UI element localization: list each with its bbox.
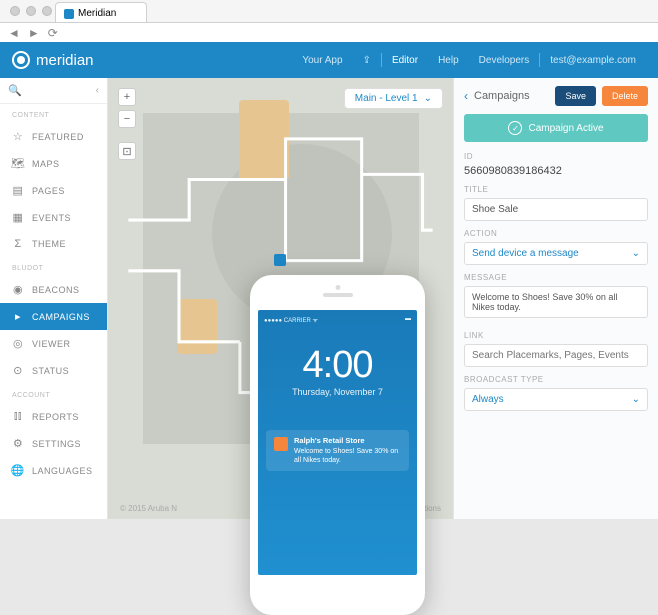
- back-icon[interactable]: ◄: [8, 26, 20, 40]
- favicon-icon: [64, 9, 74, 19]
- section-bludot: BLUDOT: [0, 257, 107, 276]
- nav-developers[interactable]: Developers: [469, 55, 540, 66]
- top-nav: meridian Your App ⇪ Editor Help Develope…: [0, 42, 658, 78]
- save-button[interactable]: Save: [555, 86, 596, 106]
- nav-user[interactable]: test@example.com: [540, 55, 646, 66]
- message-label: MESSAGE: [464, 273, 648, 282]
- calendar-icon: ▦: [12, 211, 24, 224]
- brand[interactable]: meridian: [12, 51, 94, 69]
- sidebar-item-campaigns[interactable]: ▸CAMPAIGNS: [0, 303, 107, 330]
- close-window-icon[interactable]: [10, 6, 20, 16]
- level-selector[interactable]: Main - Level 1 ⌄: [344, 88, 443, 109]
- beacon-marker[interactable]: [274, 254, 286, 266]
- pages-icon: ▤: [12, 184, 24, 197]
- nav-help[interactable]: Help: [428, 55, 469, 66]
- zoom-in-button[interactable]: +: [118, 88, 136, 106]
- nav-your-app[interactable]: Your App: [292, 55, 352, 66]
- broadcast-select[interactable]: Always⌄: [464, 388, 648, 411]
- sidebar-item-maps[interactable]: 🗺MAPS: [0, 150, 107, 177]
- id-label: ID: [464, 152, 648, 161]
- collapse-icon[interactable]: ‹: [96, 85, 99, 96]
- fit-button[interactable]: ⊡: [118, 142, 136, 160]
- panel-title: Campaigns: [474, 90, 549, 102]
- action-label: ACTION: [464, 229, 648, 238]
- phone-time: 4:00: [264, 344, 411, 387]
- section-account: ACCOUNT: [0, 384, 107, 403]
- section-content: CONTENT: [0, 104, 107, 123]
- gear-icon: ⚙: [12, 437, 24, 450]
- broadcast-label: BROADCAST TYPE: [464, 375, 648, 384]
- notif-body: Welcome to Shoes! Save 30% on all Nikes …: [294, 447, 401, 465]
- sidebar-item-settings[interactable]: ⚙SETTINGS: [0, 430, 107, 457]
- phone-mockup: ●●●●● CARRIER ᯤ ▬ 4:00 Thursday, Novembe…: [250, 275, 425, 615]
- chevron-down-icon: ⌄: [424, 93, 432, 104]
- zoom-out-button[interactable]: −: [118, 110, 136, 128]
- brand-text: meridian: [36, 52, 94, 69]
- phone-carrier: CARRIER: [284, 318, 311, 324]
- share-icon[interactable]: ⇪: [353, 55, 381, 66]
- status-banner: ✓ Campaign Active: [464, 114, 648, 142]
- search-icon[interactable]: 🔍: [8, 84, 22, 97]
- right-panel: ‹ Campaigns Save Delete ✓ Campaign Activ…: [453, 78, 658, 519]
- browser-chrome: Meridian ◄ ► ⟳: [0, 0, 658, 42]
- back-button[interactable]: ‹: [464, 89, 468, 103]
- check-icon: ✓: [508, 121, 522, 135]
- sidebar-item-events[interactable]: ▦EVENTS: [0, 204, 107, 231]
- sidebar-item-languages[interactable]: 🌐LANGUAGES: [0, 457, 107, 484]
- star-icon: ☆: [12, 130, 24, 143]
- status-icon: ⊙: [12, 364, 24, 377]
- delete-button[interactable]: Delete: [602, 86, 648, 106]
- sidebar-item-viewer[interactable]: ◎VIEWER: [0, 330, 107, 357]
- phone-notification: Ralph's Retail Store Welcome to Shoes! S…: [266, 430, 409, 471]
- chevron-down-icon: ⌄: [632, 248, 640, 259]
- phone-screen: ●●●●● CARRIER ᯤ ▬ 4:00 Thursday, Novembe…: [258, 310, 417, 575]
- maximize-window-icon[interactable]: [42, 6, 52, 16]
- message-input[interactable]: [464, 286, 648, 318]
- viewer-icon: ◎: [12, 337, 24, 350]
- status-text: Campaign Active: [528, 123, 603, 134]
- sidebar-item-theme[interactable]: ʃTHEME: [0, 231, 107, 257]
- level-label: Main - Level 1: [355, 93, 418, 104]
- sidebar-item-reports[interactable]: ⫾⫾REPORTS: [0, 403, 107, 430]
- action-select[interactable]: Send device a message⌄: [464, 242, 648, 265]
- beacon-icon: ◉: [12, 283, 24, 296]
- sidebar-item-status[interactable]: ⊙STATUS: [0, 357, 107, 384]
- map-icon: 🗺: [12, 157, 24, 170]
- phone-date: Thursday, November 7: [264, 387, 411, 397]
- globe-icon: 🌐: [12, 464, 24, 477]
- title-input[interactable]: [464, 198, 648, 221]
- browser-toolbar: ◄ ► ⟳: [0, 22, 658, 42]
- reload-icon[interactable]: ⟳: [48, 26, 58, 40]
- notif-title: Ralph's Retail Store: [294, 436, 401, 446]
- sidebar-item-beacons[interactable]: ◉BEACONS: [0, 276, 107, 303]
- nav-editor[interactable]: Editor: [382, 55, 428, 66]
- link-label: LINK: [464, 331, 648, 340]
- battery-icon: ▬: [405, 316, 411, 324]
- link-input[interactable]: [464, 344, 648, 367]
- title-label: TITLE: [464, 185, 648, 194]
- id-value: 5660980839186432: [464, 165, 648, 177]
- tab-title: Meridian: [78, 8, 116, 19]
- minimize-window-icon[interactable]: [26, 6, 36, 16]
- browser-tab[interactable]: Meridian: [55, 2, 147, 24]
- forward-icon[interactable]: ►: [28, 26, 40, 40]
- reports-icon: ⫾⫾: [12, 410, 24, 423]
- campaign-icon: ▸: [12, 310, 24, 323]
- theme-icon: ʃ: [12, 238, 24, 250]
- brand-icon: [12, 51, 30, 69]
- sidebar-item-pages[interactable]: ▤PAGES: [0, 177, 107, 204]
- chevron-down-icon: ⌄: [632, 394, 640, 405]
- sidebar: 🔍 ‹ CONTENT ☆FEATURED 🗺MAPS ▤PAGES ▦EVEN…: [0, 78, 108, 519]
- notif-app-icon: [274, 437, 288, 451]
- sidebar-item-featured[interactable]: ☆FEATURED: [0, 123, 107, 150]
